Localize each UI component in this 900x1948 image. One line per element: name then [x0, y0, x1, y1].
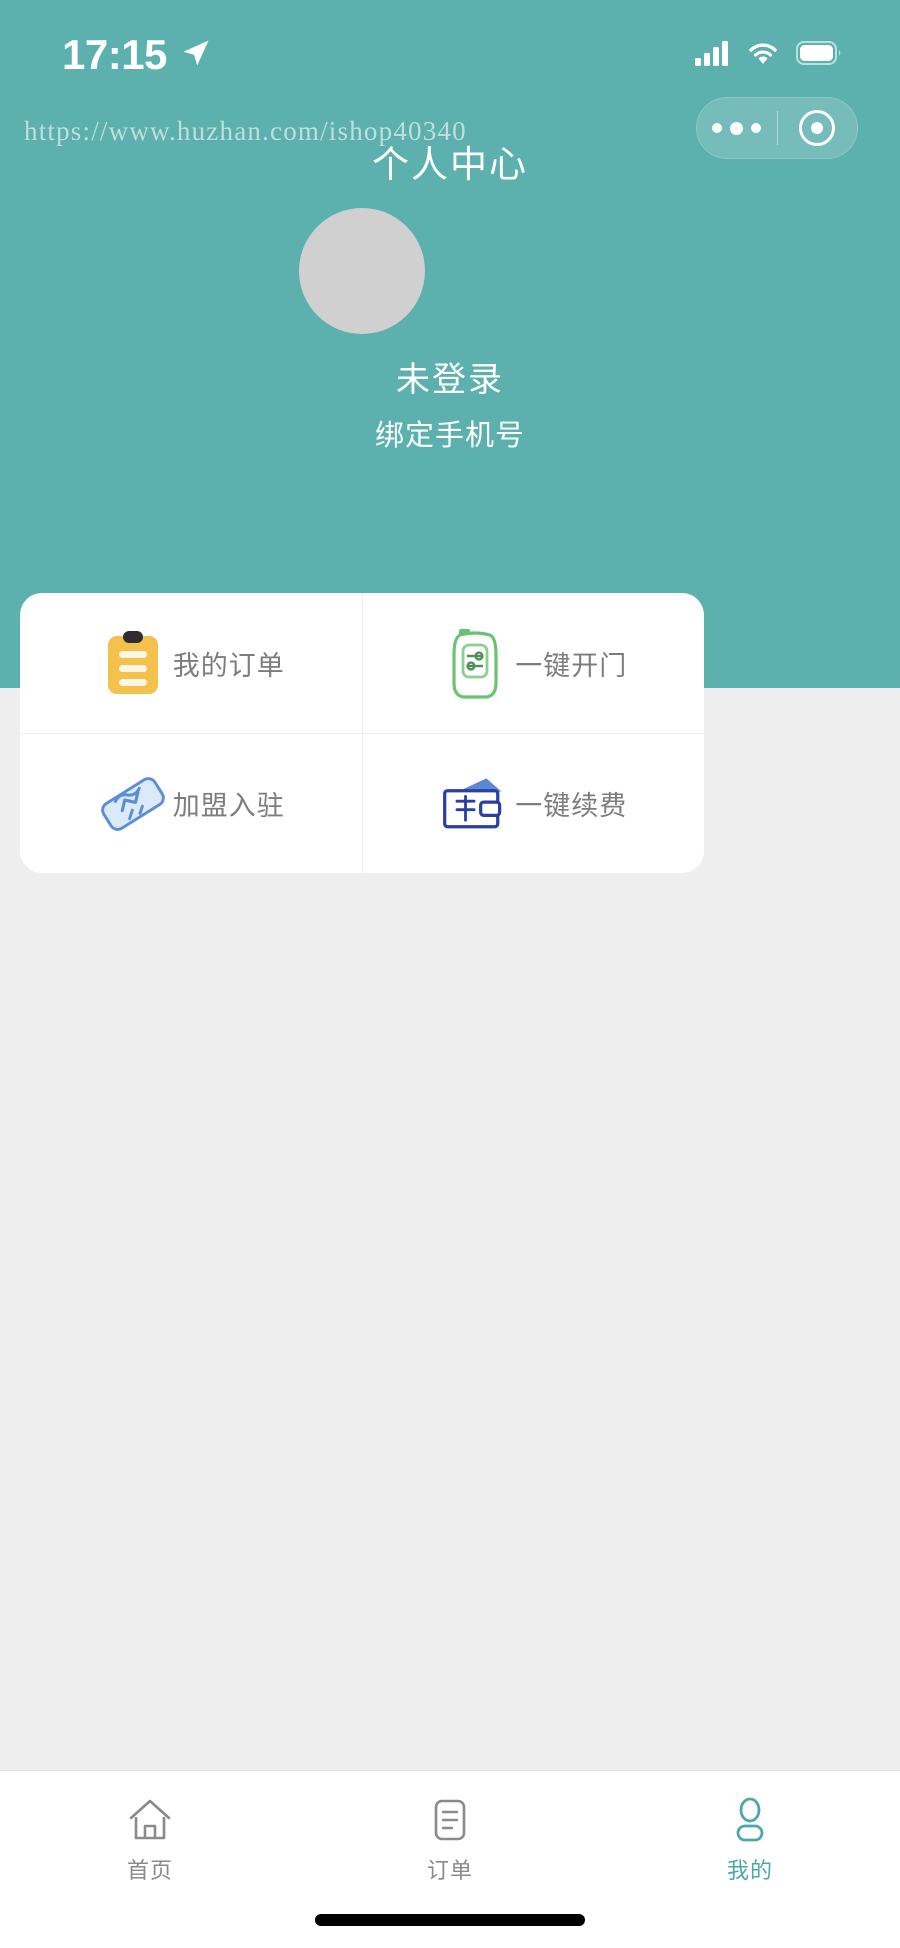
home-indicator — [315, 1914, 585, 1926]
location-arrow-icon — [181, 38, 211, 73]
handshake-join-icon — [97, 768, 169, 840]
quick-actions-card: 我的订单 一键开门 加盟入驻 一键续费 — [20, 593, 704, 873]
home-icon — [127, 1797, 173, 1843]
user-nickname: 未登录 — [396, 361, 504, 399]
quick-action-join[interactable]: 加盟入驻 — [20, 734, 362, 873]
quick-action-my-orders[interactable]: 我的订单 — [20, 593, 362, 733]
quick-action-label: 一键开门 — [515, 650, 628, 681]
battery-icon — [796, 40, 842, 70]
tab-label: 我的 — [726, 1858, 773, 1883]
wifi-icon — [746, 40, 780, 71]
status-time: 17:15 — [62, 31, 167, 78]
status-bar-left: 17:15 — [62, 34, 211, 76]
user-profile-icon — [730, 1797, 770, 1843]
close-miniprogram-button[interactable] — [778, 98, 858, 158]
site-watermark: https://www.huzhan.com/ishop40340 — [24, 116, 467, 146]
mini-program-target-icon — [799, 110, 836, 146]
remote-door-icon — [439, 627, 511, 699]
bind-phone-button[interactable]: 绑定手机号 — [0, 412, 900, 454]
quick-actions-row: 加盟入驻 一键续费 — [20, 733, 704, 873]
tab-profile[interactable]: 我的 — [600, 1771, 900, 1885]
quick-action-label: 我的订单 — [172, 650, 285, 681]
wallet-renew-icon — [439, 768, 511, 840]
more-dots-icon — [712, 121, 762, 135]
tab-label: 首页 — [126, 1858, 173, 1883]
cellular-signal-icon — [694, 40, 730, 71]
more-menu-button[interactable] — [697, 98, 777, 158]
quick-actions-row: 我的订单 一键开门 — [20, 593, 704, 733]
quick-action-open-door[interactable]: 一键开门 — [361, 593, 705, 733]
order-list-icon — [430, 1797, 470, 1843]
tab-label: 订单 — [426, 1858, 473, 1883]
status-bar: 17:15 — [0, 0, 900, 110]
tab-home[interactable]: 首页 — [0, 1771, 300, 1885]
status-bar-right — [694, 40, 842, 71]
tab-orders[interactable]: 订单 — [300, 1771, 600, 1885]
quick-action-label: 加盟入驻 — [172, 791, 285, 821]
app-screen: 17:15 https://www.huzhan.com/ishop40340 … — [0, 0, 900, 1948]
clipboard-order-icon — [97, 627, 169, 699]
quick-action-renew[interactable]: 一键续费 — [361, 734, 705, 873]
quick-action-label: 一键续费 — [515, 791, 628, 821]
miniprogram-capsule[interactable] — [696, 97, 858, 159]
default-avatar-icon[interactable] — [299, 208, 425, 334]
